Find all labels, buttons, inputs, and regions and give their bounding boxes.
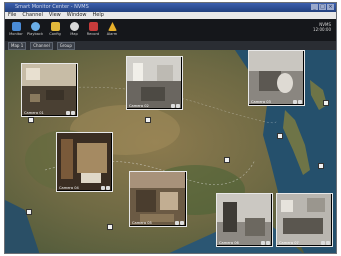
snapshot-icon[interactable] [261, 241, 265, 245]
camera-feed [217, 194, 271, 245]
toolbar-record-button[interactable]: Record [85, 22, 101, 36]
close-icon[interactable] [326, 241, 330, 245]
tab-map[interactable]: Map 1 [8, 42, 27, 50]
close-icon[interactable] [298, 100, 302, 104]
map-marker[interactable] [107, 224, 113, 230]
tab-channel[interactable]: Channel [30, 42, 53, 50]
toolbar-config-button[interactable]: Config [47, 22, 63, 36]
camera-feed [277, 194, 331, 245]
toolbar-alarm-button[interactable]: Alarm [104, 22, 120, 36]
camera-view[interactable]: Camera 05 [129, 171, 187, 227]
map-marker[interactable] [145, 117, 151, 123]
camera-view[interactable]: Camera 03 [248, 50, 305, 106]
camera-view[interactable]: Camera 02 [126, 56, 183, 110]
map-marker[interactable] [323, 100, 329, 106]
camera-label: Camera 02 [129, 104, 149, 108]
title-bar: Smart Monitor Center - NVMS _ □ × [5, 3, 336, 12]
close-icon[interactable] [106, 186, 110, 190]
close-icon[interactable] [180, 221, 184, 225]
menu-help[interactable]: Help [93, 12, 104, 19]
camera-feed [249, 51, 303, 104]
snapshot-icon[interactable] [321, 241, 325, 245]
close-icon[interactable] [266, 241, 270, 245]
maximize-button[interactable]: □ [319, 4, 326, 10]
folder-icon [50, 22, 60, 31]
camera-label: Camera 05 [132, 221, 152, 225]
snapshot-icon[interactable] [293, 100, 297, 104]
alarm-icon [107, 22, 117, 31]
toolbar-map-button[interactable]: Map [66, 22, 82, 36]
menu-bar: File Channel View Window Help [5, 12, 336, 19]
monitor-icon [11, 22, 21, 31]
clock-readout: 12:00:00 [313, 27, 331, 32]
menu-view[interactable]: View [49, 12, 61, 19]
camera-label: Camera 01 [24, 111, 44, 115]
app-title: Smart Monitor Center - NVMS [15, 4, 89, 10]
snapshot-icon[interactable] [101, 186, 105, 190]
camera-view[interactable]: Camera 07 [276, 193, 333, 247]
snapshot-icon[interactable] [175, 221, 179, 225]
map-marker[interactable] [28, 117, 34, 123]
snapshot-icon[interactable] [171, 104, 175, 108]
camera-label: Camera 03 [251, 100, 271, 104]
map-marker[interactable] [224, 157, 230, 163]
close-icon[interactable] [71, 111, 75, 115]
snapshot-icon[interactable] [66, 111, 70, 115]
record-icon [88, 22, 98, 31]
map-marker[interactable] [318, 163, 324, 169]
menu-channel[interactable]: Channel [22, 12, 43, 19]
camera-label: Camera 06 [219, 241, 239, 245]
camera-label: Camera 07 [279, 241, 299, 245]
camera-feed [22, 64, 76, 115]
map-icon [69, 22, 79, 31]
tab-bar: Map 1 Channel Group [5, 41, 336, 50]
brand-area: NVMS 12:00:00 [313, 22, 331, 32]
camera-feed [130, 172, 185, 225]
window-controls: _ □ × [311, 4, 334, 10]
map-view[interactable]: Camera 01 Camera 02 Camera 03 Camera 04 … [5, 50, 336, 253]
camera-view[interactable]: Camera 06 [216, 193, 273, 247]
close-button[interactable]: × [327, 4, 334, 10]
app-window: Smart Monitor Center - NVMS _ □ × File C… [4, 2, 337, 254]
map-marker[interactable] [26, 209, 32, 215]
minimize-button[interactable]: _ [311, 4, 318, 10]
playback-icon [30, 22, 40, 31]
menu-window[interactable]: Window [67, 12, 87, 19]
camera-view[interactable]: Camera 01 [21, 63, 78, 117]
toolbar-monitor-button[interactable]: Monitor [8, 22, 24, 36]
menu-file[interactable]: File [8, 12, 16, 19]
camera-feed [127, 57, 181, 108]
tab-group[interactable]: Group [56, 42, 75, 50]
camera-view[interactable]: Camera 04 [56, 132, 113, 192]
toolbar-playback-button[interactable]: Playback [27, 22, 43, 36]
toolbar: Monitor Playback Config Map Record Alarm… [5, 19, 336, 41]
map-marker[interactable] [277, 133, 283, 139]
camera-feed [57, 133, 111, 190]
camera-label: Camera 04 [59, 186, 79, 190]
close-icon[interactable] [176, 104, 180, 108]
